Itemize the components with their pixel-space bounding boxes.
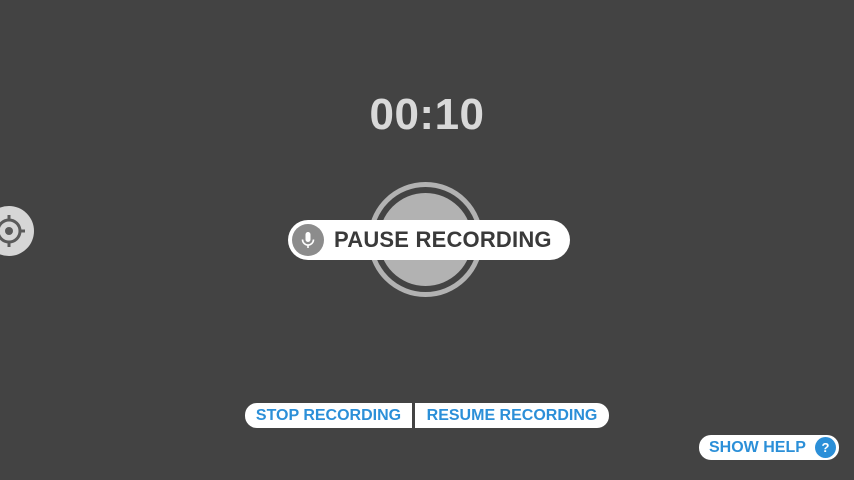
stop-recording-button[interactable]: STOP RECORDING: [245, 403, 412, 428]
recording-actions: STOP RECORDING RESUME RECORDING: [245, 403, 609, 428]
pause-recording-button[interactable]: PAUSE RECORDING: [288, 220, 570, 260]
question-icon: ?: [815, 437, 836, 458]
pause-recording-label: PAUSE RECORDING: [334, 227, 552, 252]
show-help-button[interactable]: SHOW HELP ?: [699, 435, 839, 460]
show-help-label: SHOW HELP: [709, 438, 806, 456]
microphone-icon: [292, 224, 324, 256]
resume-recording-button[interactable]: RESUME RECORDING: [415, 403, 609, 428]
recenter-button[interactable]: [0, 206, 34, 256]
recording-timer: 00:10: [369, 90, 485, 139]
crosshair-icon: [0, 215, 25, 247]
